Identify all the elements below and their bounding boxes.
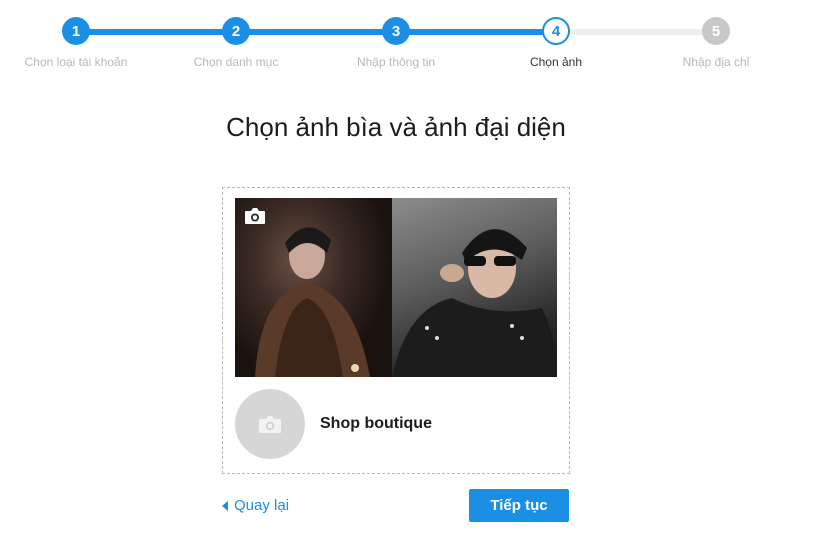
camera-icon[interactable] xyxy=(258,414,282,434)
back-link[interactable]: Quay lại xyxy=(222,497,289,514)
page-title: Chọn ảnh bìa và ảnh đại diện xyxy=(226,112,566,142)
step-5-circle: 5 xyxy=(702,17,730,45)
step-4-label: Chọn ảnh xyxy=(529,55,583,69)
step-3-label: Nhập thông tin xyxy=(356,55,436,69)
progress-track-remaining xyxy=(556,29,716,35)
next-button[interactable]: Tiếp tục xyxy=(469,489,569,522)
caret-left-icon xyxy=(222,500,228,511)
step-5-label: Nhập địa chỉ xyxy=(682,55,750,69)
progress-stepper: 1 2 3 4 5 Chọn loại tài khoản Chọn danh … xyxy=(0,0,832,80)
progress-track-completed xyxy=(76,29,556,35)
step-4-circle: 4 xyxy=(542,17,570,45)
shop-name: Shop boutique xyxy=(320,415,432,432)
camera-icon[interactable] xyxy=(244,207,266,225)
step-1-circle: 1 xyxy=(62,17,90,45)
step-3-circle: 3 xyxy=(382,17,410,45)
step-2-circle: 2 xyxy=(222,17,250,45)
back-link-label: Quay lại xyxy=(234,497,290,514)
step-1-label: Chọn loại tài khoản xyxy=(24,55,128,69)
step-2-label: Chọn danh mục xyxy=(193,55,279,69)
cover-photo-right xyxy=(392,198,557,377)
cover-image[interactable] xyxy=(235,198,557,377)
